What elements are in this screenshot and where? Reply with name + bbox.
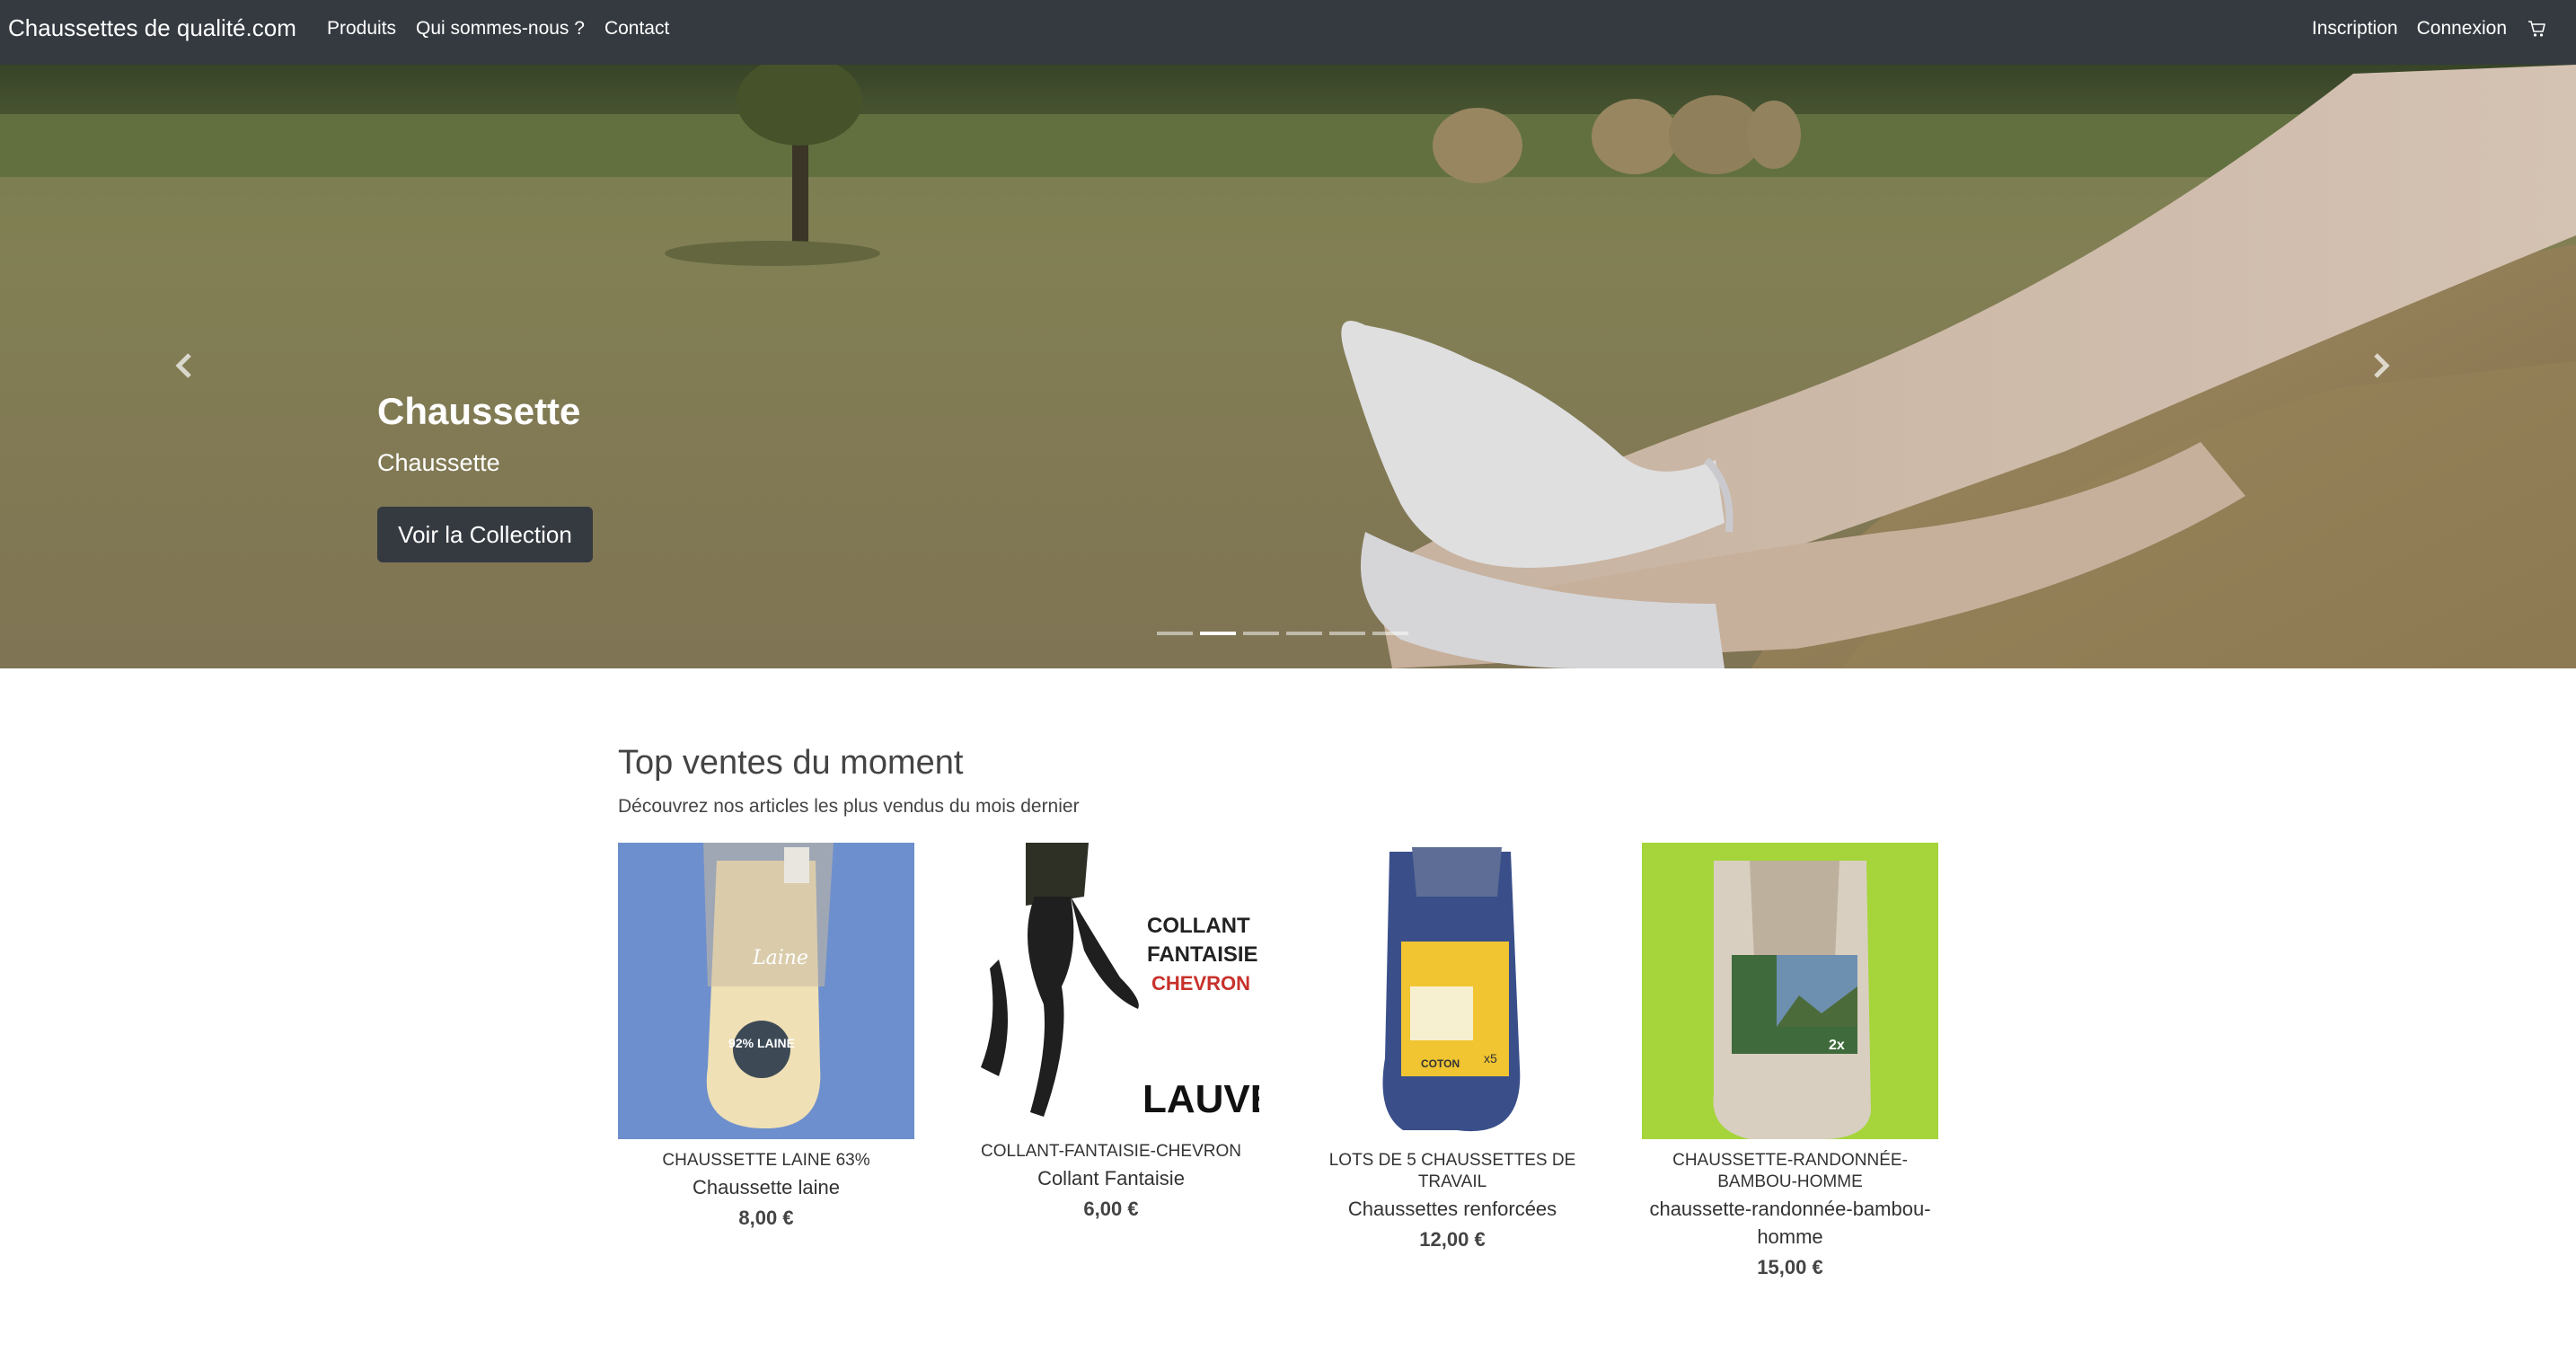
carousel-indicators	[1157, 632, 1408, 635]
product-name: CHAUSSETTE LAINE 63%	[662, 1151, 870, 1170]
svg-text:92% LAINE: 92% LAINE	[728, 1036, 795, 1050]
top-sales-title: Top ventes du moment	[618, 744, 964, 782]
svg-text:Laine: Laine	[752, 947, 808, 969]
svg-text:FANTAISIE: FANTAISIE	[1147, 942, 1258, 967]
product-card[interactable]: COTON x5 LOTS DE 5 CHAUSSETTES DE TRAVAI…	[1304, 843, 1601, 1251]
cart-icon[interactable]	[2527, 19, 2547, 39]
carousel-indicator-active[interactable]	[1200, 632, 1236, 635]
svg-text:2x: 2x	[1829, 1038, 1845, 1053]
top-sales-subtitle: Découvrez nos articles les plus vendus d…	[618, 796, 1080, 817]
hero-carousel: Chaussette Chaussette Voir la Collection	[0, 65, 2576, 668]
nav-produits[interactable]: Produits	[327, 18, 396, 40]
nav-contact[interactable]: Contact	[604, 18, 669, 40]
carousel-prev-button[interactable]	[162, 343, 207, 388]
chevron-left-icon	[175, 353, 191, 378]
product-name: COLLANT-FANTAISIE-CHEVRON	[981, 1142, 1241, 1161]
voir-collection-button[interactable]: Voir la Collection	[377, 507, 593, 562]
product-price: 6,00 €	[1083, 1198, 1139, 1220]
hero-subtitle: Chaussette	[377, 449, 500, 476]
carousel-indicator[interactable]	[1329, 632, 1365, 635]
product-description: Collant Fantaisie	[1037, 1167, 1185, 1189]
brand-link[interactable]: Chaussettes de qualité.com	[8, 14, 296, 42]
hero-overlay	[0, 65, 2576, 668]
product-image[interactable]: 2x	[1642, 843, 1938, 1139]
product-description: Chaussettes renforcées	[1347, 1198, 1557, 1220]
product-description: Chaussette laine	[693, 1176, 840, 1198]
product-image[interactable]: COLLANT FANTAISIE CHEVRON LAUVE	[963, 843, 1259, 1130]
product-name: CHAUSSETTE-RANDONNÉE-BAMBOU-HOMME	[1672, 1151, 1908, 1191]
carousel-next-button[interactable]	[2359, 343, 2404, 388]
carousel-indicator[interactable]	[1372, 632, 1408, 635]
product-price: 8,00 €	[738, 1207, 794, 1229]
chevron-right-icon	[2374, 353, 2390, 378]
product-card[interactable]: Laine 92% LAINE CHAUSSETTE LAINE 63% Cha…	[618, 843, 914, 1230]
product-price: 15,00 €	[1757, 1256, 1823, 1278]
carousel-indicator[interactable]	[1286, 632, 1322, 635]
product-card[interactable]: 2x CHAUSSETTE-RANDONNÉE-BAMBOU-HOMME cha…	[1642, 843, 1938, 1279]
product-card[interactable]: COLLANT FANTAISIE CHEVRON LAUVE COLLANT-…	[963, 843, 1259, 1221]
svg-text:COTON: COTON	[1421, 1057, 1460, 1070]
svg-text:COLLANT: COLLANT	[1147, 914, 1250, 938]
svg-text:CHEVRON: CHEVRON	[1151, 972, 1250, 995]
account-nav: Inscription Connexion	[2312, 18, 2547, 40]
product-image[interactable]: COTON x5	[1304, 843, 1601, 1139]
hero-title: Chaussette	[377, 390, 581, 432]
product-price: 12,00 €	[1419, 1228, 1486, 1251]
nav-connexion[interactable]: Connexion	[2417, 18, 2507, 40]
main-nav: Produits Qui sommes-nous ? Contact	[327, 18, 669, 40]
nav-inscription[interactable]: Inscription	[2312, 18, 2398, 40]
product-image[interactable]: Laine 92% LAINE	[618, 843, 914, 1139]
svg-text:LAUVE: LAUVE	[1142, 1077, 1259, 1121]
product-description: chaussette-randonnée-bambou-homme	[1649, 1198, 1931, 1248]
navbar: Chaussettes de qualité.com Produits Qui …	[0, 0, 2576, 65]
carousel-indicator[interactable]	[1157, 632, 1193, 635]
svg-text:x5: x5	[1484, 1051, 1497, 1066]
nav-qui-sommes-nous[interactable]: Qui sommes-nous ?	[416, 18, 585, 40]
carousel-indicator[interactable]	[1243, 632, 1279, 635]
product-name: LOTS DE 5 CHAUSSETTES DE TRAVAIL	[1328, 1151, 1576, 1191]
